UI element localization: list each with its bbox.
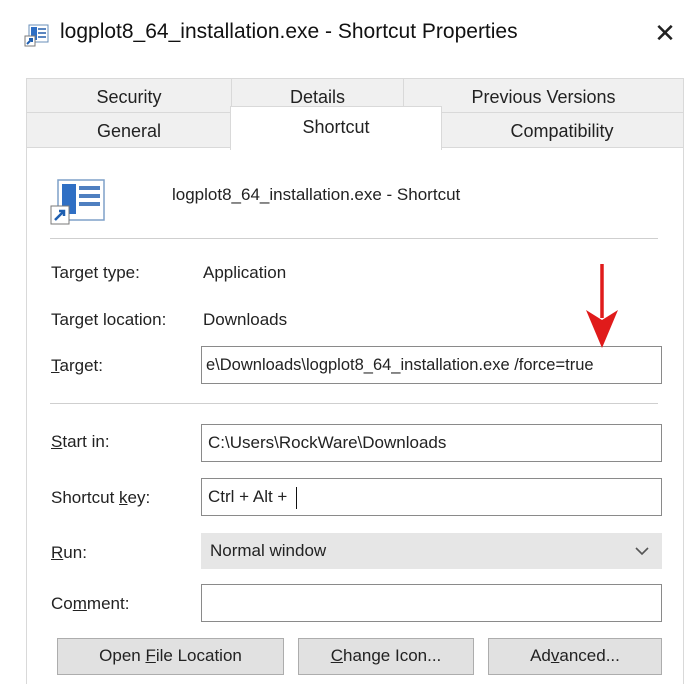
target-value: e\Downloads\logplot8_64_installation.exe…	[206, 356, 594, 374]
target-type-label: Target type:	[51, 263, 140, 282]
shortcut-key-label-pre: Shortcut	[51, 488, 120, 507]
target-type-value: Application	[203, 263, 287, 282]
change-icon-text: hange Icon...	[342, 646, 442, 665]
comment-field[interactable]	[201, 584, 662, 622]
text-cursor	[296, 486, 298, 509]
tab-compatibility[interactable]: Compatibility	[440, 112, 684, 148]
run-label-accel: R	[51, 543, 64, 562]
target-field[interactable]: e\Downloads\logplot8_64_installation.exe…	[201, 346, 662, 384]
target-label: Target:	[51, 356, 103, 376]
tab-shortcut-label: Shortcut	[302, 117, 370, 137]
shortcut-key-label: Shortcut key:	[51, 488, 150, 508]
target-location-label: Target location:	[51, 310, 167, 329]
start-in-field[interactable]: C:\Users\RockWare\Downloads	[201, 424, 662, 462]
open-file-location-button[interactable]: Open File Location	[57, 638, 284, 675]
target-location-value: Downloads	[203, 310, 288, 329]
divider-middle	[50, 403, 658, 404]
divider-top	[50, 238, 658, 239]
red-arrow-annotation	[580, 262, 624, 348]
tab-previous-versions-label: Previous Versions	[471, 87, 616, 107]
run-label-text: un:	[63, 543, 87, 562]
shortcut-key-label-text: ey:	[127, 488, 151, 507]
run-select[interactable]: Normal window	[201, 533, 662, 569]
shortcut-key-value: Ctrl + Alt +	[208, 487, 293, 506]
advanced-text: anced...	[559, 646, 620, 665]
app-icon	[24, 22, 50, 48]
shortcut-key-field[interactable]: Ctrl + Alt +	[201, 478, 662, 516]
advanced-pre: Ad	[530, 646, 551, 665]
start-in-label-text: tart in:	[62, 432, 110, 451]
tab-previous-versions[interactable]: Previous Versions	[403, 78, 684, 114]
shortcut-name: logplot8_64_installation.exe - Shortcut	[172, 185, 461, 204]
start-in-label-accel: S	[51, 432, 63, 451]
shortcut-key-label-accel: k	[119, 488, 128, 507]
open-file-location-pre: Open	[99, 646, 146, 665]
target-label-text: arget:	[59, 356, 103, 375]
tab-general[interactable]: General	[26, 112, 232, 148]
run-label: Run:	[51, 543, 87, 563]
target-label-accel: T	[51, 356, 60, 375]
comment-label: Comment:	[51, 594, 129, 614]
start-in-value: C:\Users\RockWare\Downloads	[208, 433, 447, 452]
tab-general-label: General	[96, 121, 162, 141]
chevron-down-icon	[635, 534, 649, 581]
change-icon-accel: C	[330, 646, 343, 665]
open-file-location-text: ile Location	[155, 646, 242, 665]
shortcut-app-icon	[50, 178, 106, 226]
advanced-button[interactable]: Advanced...	[488, 638, 662, 675]
comment-label-accel: m	[72, 594, 87, 613]
window-title: logplot8_64_installation.exe - Shortcut …	[60, 20, 518, 43]
run-select-value: Normal window	[210, 541, 327, 560]
tab-security[interactable]: Security	[26, 78, 232, 114]
open-file-location-accel: F	[145, 646, 156, 665]
tab-shortcut[interactable]: Shortcut	[230, 106, 442, 150]
change-icon-button[interactable]: Change Icon...	[298, 638, 474, 675]
comment-label-text: ment:	[86, 594, 130, 613]
start-in-label: Start in:	[51, 432, 110, 452]
comment-label-pre: Co	[51, 594, 73, 613]
tab-compatibility-label: Compatibility	[510, 121, 614, 141]
close-icon[interactable]: ✕	[648, 16, 682, 50]
tab-security-label: Security	[96, 87, 162, 107]
